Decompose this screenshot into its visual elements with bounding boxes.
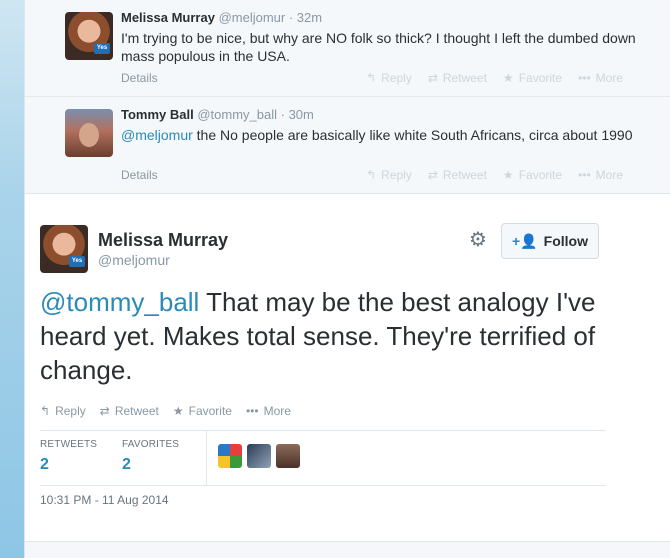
main-author-handle[interactable]: @meljomur [98, 252, 170, 268]
context-tweet[interactable]: Yes Melissa Murray @meljomur · 32m I'm t… [25, 0, 670, 97]
tweet-text: @meljomur the No people are basically li… [121, 126, 641, 144]
more-action[interactable]: ••• More [246, 404, 291, 418]
favoriter-avatar[interactable] [247, 444, 271, 468]
retweet-label: Retweet [442, 168, 487, 182]
more-label: More [595, 71, 623, 85]
reply-action[interactable]: ↰ Reply [40, 404, 86, 418]
reply-label: Reply [55, 404, 86, 418]
tweet-actions: ↰ Reply ⇄ Retweet ★ Favorite ••• More [350, 71, 623, 85]
tweet-stats: RETWEETS 2 FAVORITES 2 [40, 430, 606, 486]
author-handle[interactable]: @tommy_ball [197, 107, 277, 122]
tweet-footer: Details ↰ Reply ⇄ Retweet ★ Favorite ••• Mor… [121, 168, 623, 182]
favorites-label: FAVORITES [122, 439, 180, 450]
star-icon: ★ [172, 404, 184, 418]
gear-icon[interactable]: ⚙ [467, 229, 489, 251]
favoriter-avatar[interactable] [276, 444, 300, 468]
more-dots-icon: ••• [245, 404, 259, 418]
more-label: More [595, 168, 623, 182]
more-dots-icon: ••• [578, 168, 591, 182]
retweet-label: Retweet [442, 71, 487, 85]
favorites-stat[interactable]: FAVORITES 2 [122, 439, 179, 474]
stats-divider [206, 431, 207, 485]
avatar-face [79, 123, 99, 147]
more-label: More [263, 404, 291, 418]
favoriter-avatars [218, 444, 300, 468]
avatar[interactable] [65, 109, 113, 157]
reply-label: Reply [381, 168, 412, 182]
tweet-timestamp[interactable]: 10:31 PM - 11 Aug 2014 [40, 493, 169, 507]
favorite-label: Favorite [518, 168, 563, 182]
details-link[interactable]: Details [121, 71, 158, 85]
favorite-action[interactable]: ★ Favorite [503, 168, 562, 182]
context-tweet[interactable]: Tommy Ball @tommy_ball · 30m @meljomur t… [25, 97, 670, 193]
reply-label: Reply [381, 71, 412, 85]
more-action[interactable]: ••• More [578, 71, 623, 85]
tweet-actions: ↰ Reply ⇄ Retweet ★ Favorite ••• More [350, 168, 623, 182]
retweet-action[interactable]: ⇄ Retweet [428, 71, 487, 85]
conversation-ancestors: Yes Melissa Murray @meljomur · 32m I'm t… [25, 0, 670, 194]
mention-link[interactable]: @meljomur [121, 127, 193, 143]
add-user-icon: +👤 [512, 232, 538, 249]
author-name[interactable]: Tommy Ball [121, 107, 194, 122]
reply-action[interactable]: ↰ Reply [366, 71, 412, 85]
main-avatar[interactable]: Yes [40, 225, 88, 273]
reply-icon: ↰ [40, 404, 51, 418]
tweet-body: I'm trying to be nice, but why are NO fo… [121, 30, 636, 64]
favorite-action[interactable]: ★ Favorite [503, 71, 562, 85]
follow-button[interactable]: +👤 Follow [501, 223, 599, 259]
mention-link[interactable]: @tommy_ball [40, 287, 199, 317]
avatar[interactable]: Yes [65, 12, 113, 60]
favorite-action[interactable]: ★ Favorite [173, 404, 232, 418]
tweet-body: the No people are basically like white S… [192, 127, 633, 143]
retweet-action[interactable]: ⇄ Retweet [428, 168, 487, 182]
tweet-header: Melissa Murray @meljomur · 32m [121, 10, 661, 26]
retweet-icon: ⇄ [427, 168, 438, 182]
tweet-time[interactable]: · 32m [289, 10, 322, 25]
tweet-header: Tommy Ball @tommy_ball · 30m [121, 107, 661, 123]
follow-label: Follow [543, 233, 588, 249]
details-link[interactable]: Details [121, 168, 158, 182]
retweets-stat[interactable]: RETWEETS 2 [40, 439, 97, 474]
yes-badge: Yes [69, 256, 85, 267]
reply-action[interactable]: ↰ Reply [366, 168, 412, 182]
yes-badge: Yes [94, 43, 110, 54]
more-dots-icon: ••• [578, 71, 591, 85]
star-icon: ★ [502, 71, 514, 85]
reply-icon: ↰ [366, 71, 377, 85]
favorites-count[interactable]: 2 [122, 456, 179, 474]
reply-icon: ↰ [366, 168, 377, 182]
tweet-time[interactable]: · 30m [281, 107, 314, 122]
retweets-count[interactable]: 2 [40, 456, 97, 474]
more-action[interactable]: ••• More [578, 168, 623, 182]
retweet-label: Retweet [114, 404, 159, 418]
favorite-label: Favorite [518, 71, 563, 85]
author-name[interactable]: Melissa Murray [121, 10, 215, 25]
reply-box-strip [25, 542, 670, 558]
retweet-action[interactable]: ⇄ Retweet [100, 404, 159, 418]
star-icon: ★ [502, 168, 514, 182]
tweet-footer: Details ↰ Reply ⇄ Retweet ★ Favorite ••• Mor… [121, 71, 623, 85]
main-author-name[interactable]: Melissa Murray [98, 230, 228, 251]
retweet-icon: ⇄ [99, 404, 110, 418]
retweets-label: RETWEETS [40, 439, 98, 450]
retweet-icon: ⇄ [427, 71, 438, 85]
favoriter-avatar[interactable] [218, 444, 242, 468]
main-tweet-text: @tommy_ball That may be the best analogy… [40, 285, 600, 387]
author-handle[interactable]: @meljomur [219, 10, 286, 25]
main-tweet-actions: ↰ Reply ⇄ Retweet ★ Favorite ••• More [40, 404, 305, 418]
tweet-text: I'm trying to be nice, but why are NO fo… [121, 29, 641, 65]
favorite-label: Favorite [188, 404, 232, 418]
